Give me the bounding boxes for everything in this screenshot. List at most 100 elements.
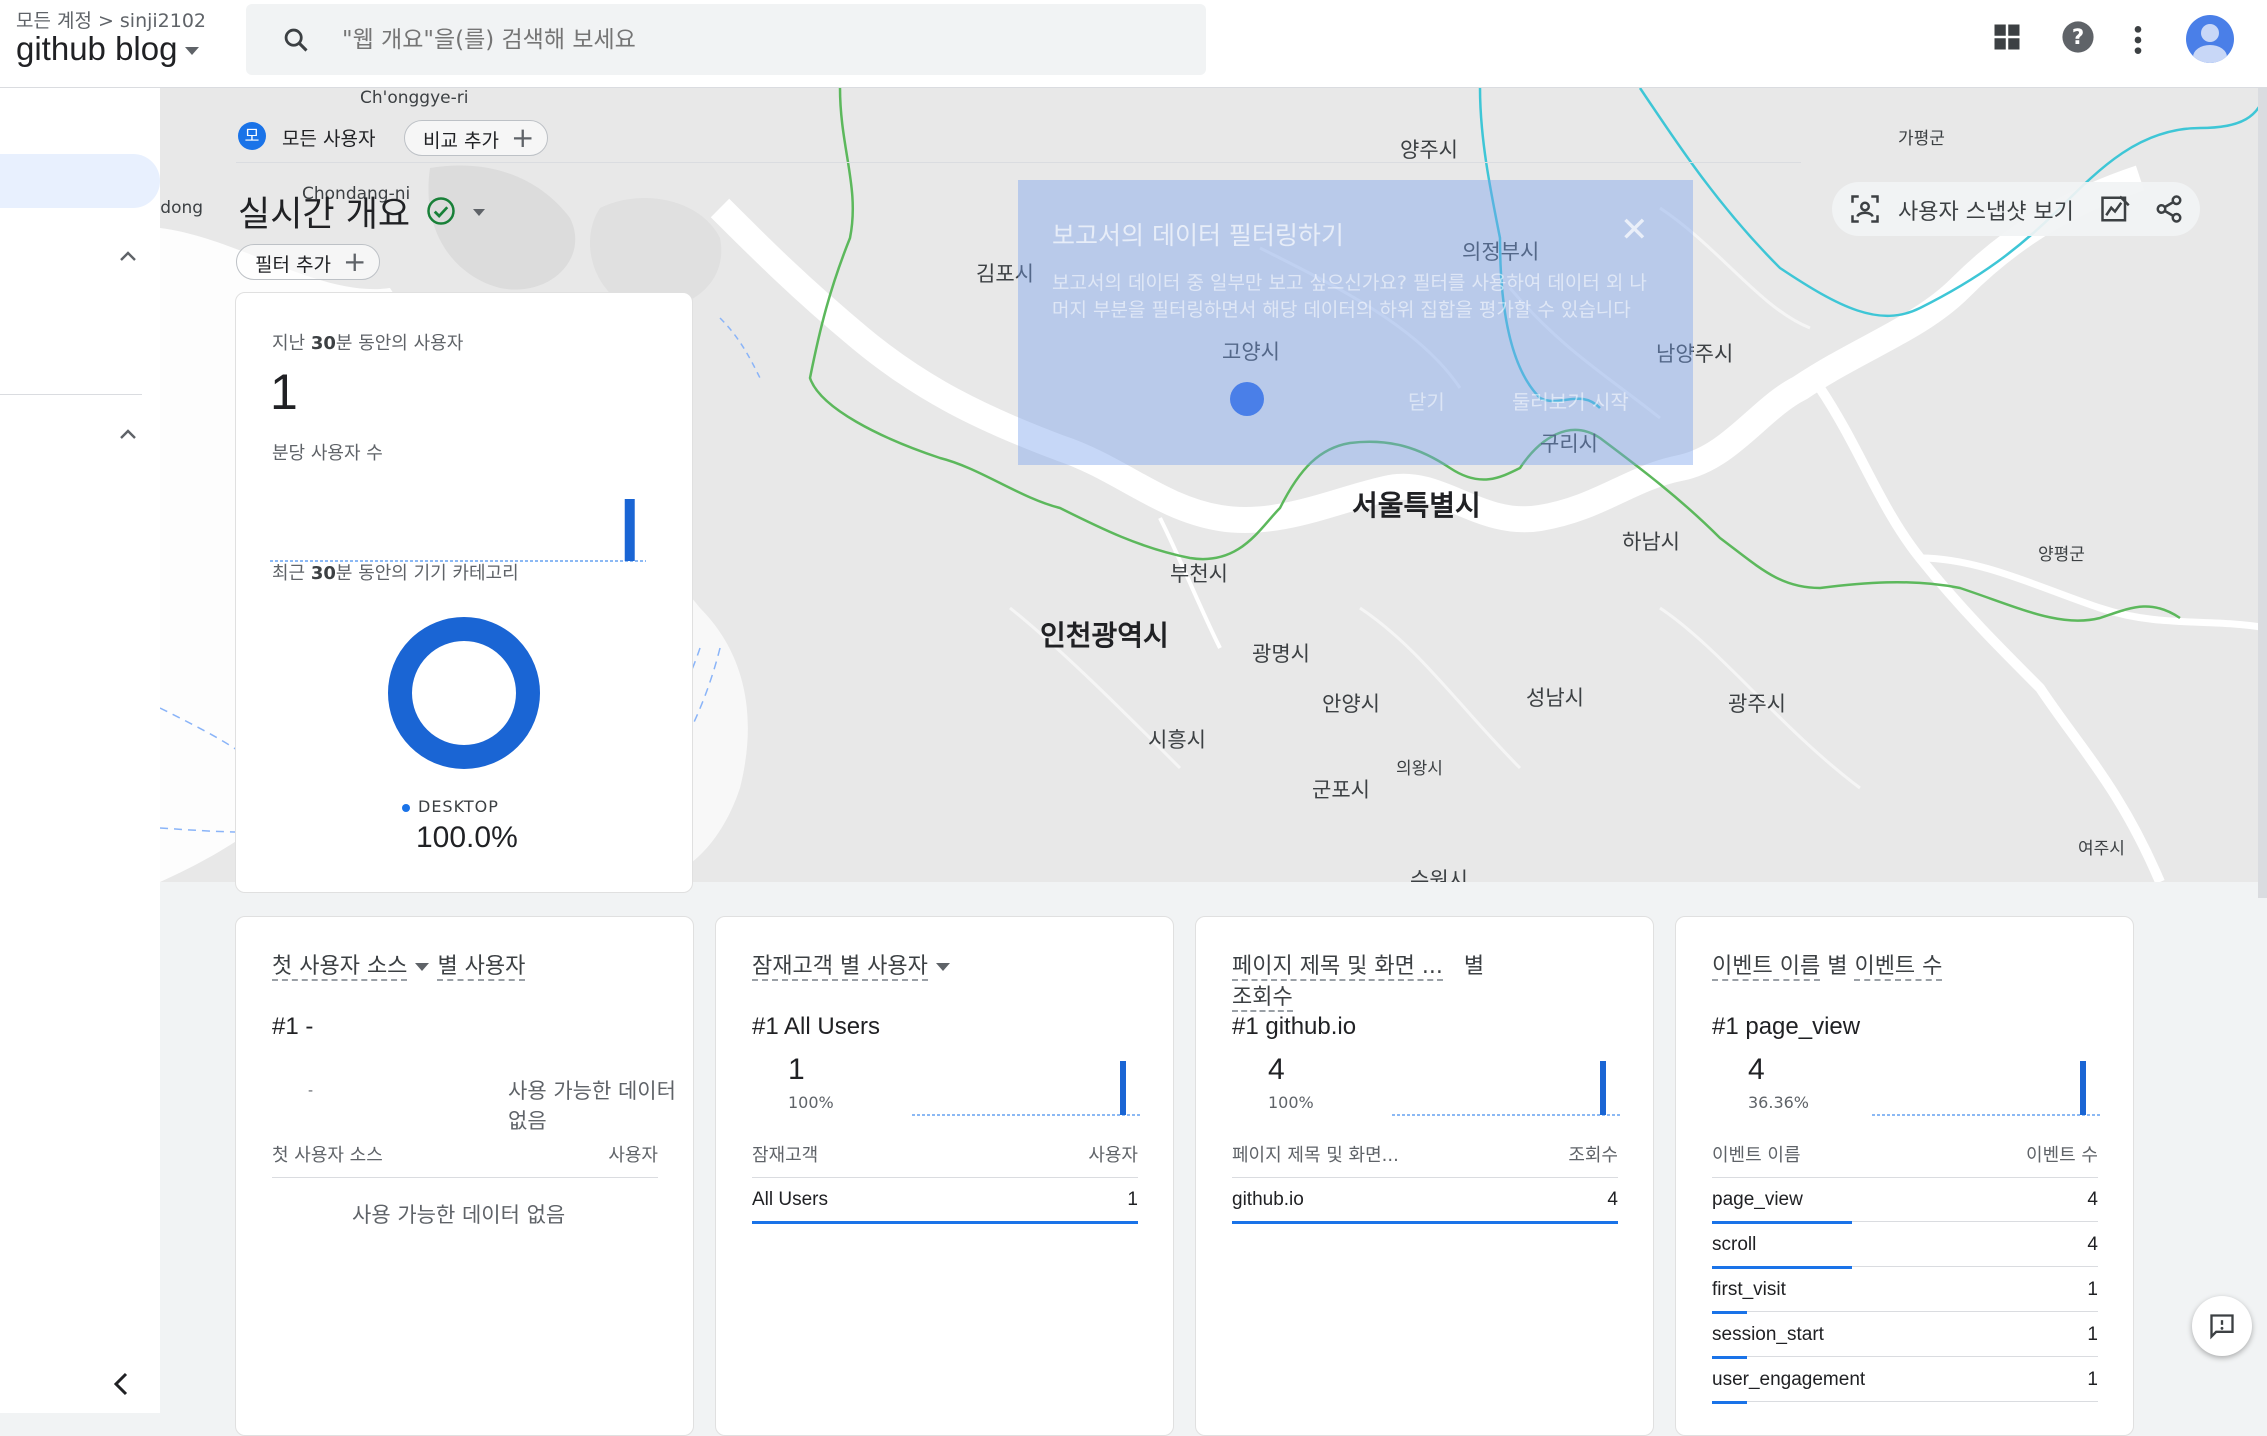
start-tour-button[interactable]: 둘러보기 시작 (1512, 386, 1629, 415)
top-value: 1 (788, 1053, 805, 1086)
chevron-up-icon[interactable] (118, 426, 138, 445)
chevron-up-icon[interactable] (118, 248, 138, 267)
nav-item-active[interactable] (0, 154, 160, 208)
top-item: #1 page_view (1712, 1013, 1861, 1040)
column-header[interactable]: 페이지 제목 및 화면... (1232, 1145, 1399, 1166)
avatar[interactable] (2186, 15, 2234, 63)
segment-marker: 모 (238, 122, 266, 150)
users-per-minute-label: 분당 사용자 수 (272, 443, 383, 464)
table-row[interactable]: github.io 4 (1232, 1189, 1618, 1224)
breadcrumb[interactable]: 모든 계정 > sinji2102 (16, 6, 206, 33)
users-30min-label: 지난 30분 동안의 사용자 (272, 333, 464, 354)
property-selector[interactable]: github blog (16, 30, 200, 68)
map-city-label: 가평군 (1898, 129, 1945, 149)
apps-grid-icon[interactable] (1992, 22, 2022, 56)
device-donut-chart[interactable] (386, 615, 542, 771)
share-icon[interactable] (2154, 194, 2184, 228)
caret-down-icon[interactable] (935, 963, 950, 971)
event-name-count-card: 이벤트 이름 별 이벤트 수 #1 page_view 4 36.36% 이벤트… (1675, 916, 2134, 1436)
caret-down-icon[interactable] (473, 209, 485, 216)
row-value: 4 (2087, 1234, 2098, 1255)
row-label[interactable]: github.io (1232, 1189, 1304, 1210)
map-city-label: 시흥시 (1148, 728, 1206, 752)
column-header[interactable]: 조회수 (1568, 1141, 1618, 1167)
spark-bar (1120, 1061, 1126, 1115)
audience-users-card: 잠재고객 별 사용자 #1 All Users 1 100% 잠재고객 사용자 A… (715, 916, 1174, 1436)
header-divider (236, 162, 1801, 163)
filter-tip-overlay[interactable]: 보고서의 데이터 필터링하기 보고서의 데이터 중 일부만 보고 싶으신가요? … (1018, 180, 1693, 465)
table-header: 잠재고객 사용자 (752, 1141, 1138, 1167)
top-value: 4 (1268, 1053, 1285, 1086)
table-row[interactable]: user_engagement 1 (1712, 1369, 2098, 1404)
row-label[interactable]: session_start (1712, 1324, 1824, 1345)
user-location-marker[interactable] (1230, 382, 1264, 416)
user-snapshot-button[interactable]: 사용자 스냅샷 보기 (1898, 194, 2074, 226)
column-header[interactable]: 이벤트 이름 (1712, 1145, 1801, 1166)
search-input[interactable] (342, 20, 1182, 60)
sparkline[interactable] (912, 1061, 1140, 1119)
more-vert-icon[interactable] (2132, 24, 2144, 60)
users-per-minute-chart[interactable] (270, 473, 646, 573)
column-header[interactable]: 첫 사용자 소스 (272, 1145, 383, 1166)
add-comparison-button[interactable]: 비교 추가 + (404, 120, 548, 156)
row-label[interactable]: All Users (752, 1189, 828, 1210)
header-divider (1232, 1177, 1618, 1178)
table-row[interactable]: scroll 4 (1712, 1234, 2098, 1269)
sparkline[interactable] (1392, 1061, 1620, 1119)
column-header[interactable]: 사용자 (608, 1141, 658, 1167)
header-divider (752, 1177, 1138, 1178)
close-icon[interactable]: ✕ (1620, 210, 1649, 250)
segment-chip-all-users[interactable]: 모 모든 사용자 (236, 118, 386, 154)
row-label[interactable]: page_view (1712, 1189, 1803, 1210)
user-snapshot-icon[interactable] (1850, 194, 1880, 228)
row-label[interactable]: scroll (1712, 1234, 1756, 1255)
map-city-label: 수원시 (1410, 868, 1468, 882)
row-label[interactable]: user_engagement (1712, 1369, 1865, 1390)
row-value: 1 (2087, 1324, 2098, 1345)
table-row[interactable]: session_start 1 (1712, 1324, 2098, 1359)
search-bar[interactable] (246, 4, 1206, 75)
collapse-nav-icon[interactable] (110, 1370, 132, 1405)
legend-dot (402, 803, 410, 812)
check-circle-icon[interactable] (426, 196, 456, 230)
caret-down-icon[interactable] (415, 963, 430, 971)
column-header[interactable]: 사용자 (1088, 1141, 1138, 1167)
dash-text: - (308, 1083, 314, 1099)
card-title[interactable]: 잠재고객 별 사용자 (752, 951, 958, 982)
sparkline[interactable] (1872, 1061, 2100, 1119)
per-minute-bar (624, 499, 635, 561)
breadcrumb-root[interactable]: 모든 계정 (16, 10, 92, 32)
map-city-label: 양평군 (2038, 545, 2085, 565)
add-filter-button[interactable]: 필터 추가 + (236, 244, 380, 280)
table-header: 페이지 제목 및 화면... 조회수 (1232, 1141, 1618, 1167)
feedback-icon (2210, 1314, 2234, 1340)
table-row[interactable]: All Users 1 (752, 1189, 1138, 1224)
row-label[interactable]: first_visit (1712, 1279, 1786, 1300)
map-city-label: 의왕시 (1396, 759, 1443, 779)
donut-slice-desktop[interactable] (388, 617, 540, 769)
column-header[interactable]: 이벤트 수 (2026, 1141, 2098, 1167)
row-share-bar (1712, 1221, 1853, 1224)
scrollbar[interactable] (2258, 88, 2267, 898)
map-city-label: 군포시 (1312, 778, 1370, 802)
overlay-description: 보고서의 데이터 중 일부만 보고 싶으신가요? 필터를 사용하여 데이터 외 … (1052, 272, 1647, 321)
customize-report-icon[interactable] (2100, 194, 2130, 228)
card-title[interactable]: 첫 사용자 소스 별 사용자 (272, 951, 526, 982)
column-header[interactable]: 잠재고객 (752, 1145, 818, 1166)
table-row[interactable]: first_visit 1 (1712, 1279, 2098, 1314)
help-icon[interactable]: ? (2061, 20, 2095, 58)
add-comparison-label: 비교 추가 (423, 130, 499, 152)
table-row[interactable]: page_view 4 (1712, 1189, 2098, 1224)
feedback-button[interactable] (2192, 1296, 2252, 1356)
row-value: 4 (2087, 1189, 2098, 1210)
dismiss-button[interactable]: 닫기 (1408, 386, 1445, 415)
table-header: 이벤트 이름 이벤트 수 (1712, 1141, 2098, 1167)
map-city-label: Ch'onggye-ri (360, 88, 469, 108)
chevron-right-icon: > (97, 10, 114, 32)
search-icon (282, 26, 310, 58)
row-share-bar (1712, 1401, 1748, 1404)
card-title[interactable]: 페이지 제목 및 화면 ... 별 조회수 (1232, 951, 1484, 1013)
users-30min-value: 1 (270, 364, 298, 420)
card-title[interactable]: 이벤트 이름 별 이벤트 수 (1712, 951, 1943, 982)
breadcrumb-account[interactable]: sinji2102 (120, 10, 206, 32)
